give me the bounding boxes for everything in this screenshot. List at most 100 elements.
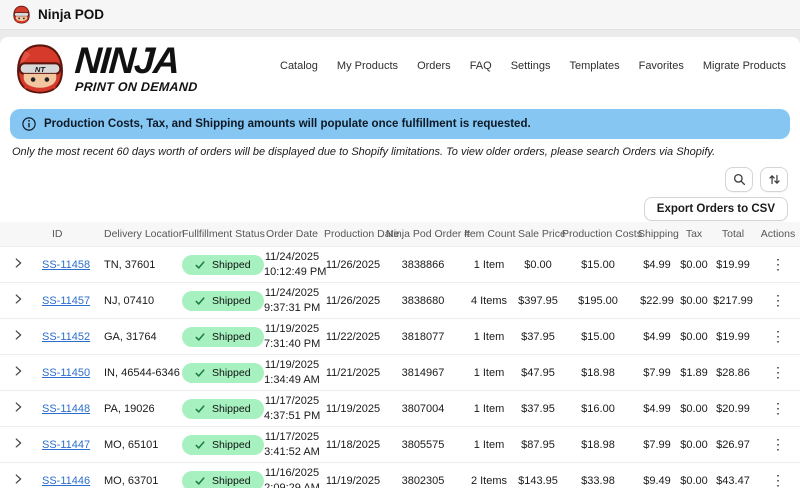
export-orders-csv-button[interactable]: Export Orders to CSV bbox=[643, 197, 788, 221]
status-badge: Shipped bbox=[182, 290, 264, 311]
total-cell: $19.99 bbox=[710, 318, 756, 355]
chevron-right-icon[interactable] bbox=[11, 472, 25, 486]
expand-cell bbox=[0, 318, 36, 355]
kebab-menu-icon[interactable]: ⋮ bbox=[771, 328, 785, 344]
kebab-menu-icon[interactable]: ⋮ bbox=[771, 256, 785, 272]
nav-item-migrate-products[interactable]: Migrate Products bbox=[703, 60, 786, 72]
order-id-link[interactable]: SS-11452 bbox=[42, 331, 90, 343]
actions-cell: ⋮ bbox=[756, 246, 800, 283]
kebab-menu-icon[interactable]: ⋮ bbox=[771, 292, 785, 308]
kebab-menu-icon[interactable]: ⋮ bbox=[771, 364, 785, 380]
ninja-pod-order-cell: 3814967 bbox=[384, 354, 462, 391]
nav-item-faq[interactable]: FAQ bbox=[470, 60, 492, 72]
shipping-cell: $7.99 bbox=[636, 426, 678, 463]
order-date-cell: 11/17/2025 3:41:52 AM bbox=[262, 426, 322, 463]
order-id-link[interactable]: SS-11457 bbox=[42, 295, 90, 307]
order-time: 7:31:40 PM bbox=[264, 337, 321, 350]
column-header-actions: Actions bbox=[756, 222, 800, 247]
order-id-link[interactable]: SS-11447 bbox=[42, 439, 90, 451]
production-costs-cell: $195.00 bbox=[560, 282, 636, 319]
order-time: 4:37:51 PM bbox=[264, 409, 321, 422]
check-icon bbox=[195, 440, 205, 449]
nav-item-favorites[interactable]: Favorites bbox=[639, 60, 684, 72]
actions-cell: ⋮ bbox=[756, 318, 800, 355]
banner-text: Production Costs, Tax, and Shipping amou… bbox=[44, 118, 531, 130]
fulfillment-status-cell: Shipped bbox=[180, 462, 264, 488]
sale-price-cell: $87.95 bbox=[516, 426, 560, 463]
production-costs-cell: $18.98 bbox=[560, 426, 636, 463]
chevron-right-icon[interactable] bbox=[11, 292, 25, 306]
column-header-delivery-location: Delivery Location bbox=[98, 222, 185, 247]
column-header-total: Total bbox=[710, 222, 756, 247]
search-button[interactable] bbox=[725, 167, 753, 192]
ninja-pod-app-icon bbox=[13, 5, 30, 24]
expand-cell bbox=[0, 426, 36, 463]
order-id-link[interactable]: SS-11448 bbox=[42, 403, 90, 415]
export-row: Export Orders to CSV bbox=[0, 192, 800, 221]
table-row: SS-11458 TN, 37601 Shipped 11/24/2025 10… bbox=[0, 246, 800, 283]
total-cell: $28.86 bbox=[710, 354, 756, 391]
delivery-location-cell: PA, 19026 bbox=[98, 390, 180, 427]
order-id-cell: SS-11448 bbox=[36, 390, 98, 427]
check-icon bbox=[195, 404, 205, 413]
ninja-mascot-icon: NT bbox=[17, 44, 63, 94]
status-badge: Shipped bbox=[182, 470, 264, 488]
chevron-right-icon[interactable] bbox=[11, 256, 25, 270]
fulfillment-status-cell: Shipped bbox=[180, 426, 264, 463]
kebab-menu-icon[interactable]: ⋮ bbox=[771, 400, 785, 416]
table-row: SS-11450 IN, 46544-6346 Shipped 11/19/20… bbox=[0, 354, 800, 391]
main-nav: Catalog My Products Orders FAQ Settings Templ… bbox=[280, 60, 786, 72]
chevron-right-icon[interactable] bbox=[11, 328, 25, 342]
order-time: 3:41:52 AM bbox=[264, 445, 320, 458]
order-id-link[interactable]: SS-11446 bbox=[42, 475, 90, 487]
column-header-order-date: Order Date bbox=[262, 222, 322, 247]
brand-wordmark: NINJA PRINT ON DEMAND bbox=[74, 40, 198, 94]
chevron-right-icon[interactable] bbox=[11, 400, 25, 414]
kebab-menu-icon[interactable]: ⋮ bbox=[771, 472, 785, 488]
actions-cell: ⋮ bbox=[756, 426, 800, 463]
nav-item-settings[interactable]: Settings bbox=[511, 60, 551, 72]
expand-column-header bbox=[0, 222, 36, 247]
table-row: SS-11448 PA, 19026 Shipped 11/17/2025 4:… bbox=[0, 390, 800, 427]
production-date-cell: 11/18/2025 bbox=[322, 426, 384, 463]
item-count-cell: 1 Item bbox=[462, 354, 516, 391]
sort-button[interactable] bbox=[760, 167, 788, 192]
kebab-menu-icon[interactable]: ⋮ bbox=[771, 436, 785, 452]
tax-cell: $0.00 bbox=[678, 318, 710, 355]
nav-item-orders[interactable]: Orders bbox=[417, 60, 451, 72]
order-id-link[interactable]: SS-11450 bbox=[42, 367, 90, 379]
check-icon bbox=[195, 477, 205, 485]
tax-cell: $0.00 bbox=[678, 462, 710, 488]
status-label: Shipped bbox=[212, 438, 251, 451]
chevron-right-icon[interactable] bbox=[11, 436, 25, 450]
shipping-cell: $4.99 bbox=[636, 318, 678, 355]
status-badge: Shipped bbox=[182, 326, 264, 347]
order-date: 11/24/2025 bbox=[264, 251, 320, 264]
nav-item-my-products[interactable]: My Products bbox=[337, 60, 398, 72]
order-date: 11/19/2025 bbox=[264, 323, 320, 336]
nav-item-catalog[interactable]: Catalog bbox=[280, 60, 318, 72]
column-header-ninja-pod-order-: Ninja Pod Order # bbox=[384, 222, 470, 247]
status-label: Shipped bbox=[212, 366, 251, 379]
brand-logo: NT NINJA PRINT ON DEMAND bbox=[14, 40, 198, 95]
total-cell: $20.99 bbox=[710, 390, 756, 427]
actions-cell: ⋮ bbox=[756, 462, 800, 488]
topbar: Ninja POD bbox=[0, 0, 800, 30]
order-id-link[interactable]: SS-11458 bbox=[42, 259, 90, 271]
sort-icon bbox=[768, 174, 780, 185]
status-badge: Shipped bbox=[182, 434, 264, 455]
info-banner: Production Costs, Tax, and Shipping amou… bbox=[10, 109, 790, 139]
order-date-cell: 11/19/2025 7:31:40 PM bbox=[262, 318, 322, 355]
delivery-location-cell: NJ, 07410 bbox=[98, 282, 180, 319]
table-row: SS-11457 NJ, 07410 Shipped 11/24/2025 9:… bbox=[0, 282, 800, 319]
table-row: SS-11446 MO, 63701 Shipped 11/16/2025 2:… bbox=[0, 462, 800, 488]
fulfillment-status-cell: Shipped bbox=[180, 318, 264, 355]
delivery-location-cell: MO, 63701 bbox=[98, 462, 180, 488]
order-date: 11/19/2025 bbox=[264, 359, 320, 372]
delivery-location-cell: MO, 65101 bbox=[98, 426, 180, 463]
item-count-cell: 1 Item bbox=[462, 390, 516, 427]
chevron-right-icon[interactable] bbox=[11, 364, 25, 378]
status-label: Shipped bbox=[212, 330, 251, 343]
search-icon bbox=[733, 173, 745, 186]
nav-item-templates[interactable]: Templates bbox=[569, 60, 619, 72]
